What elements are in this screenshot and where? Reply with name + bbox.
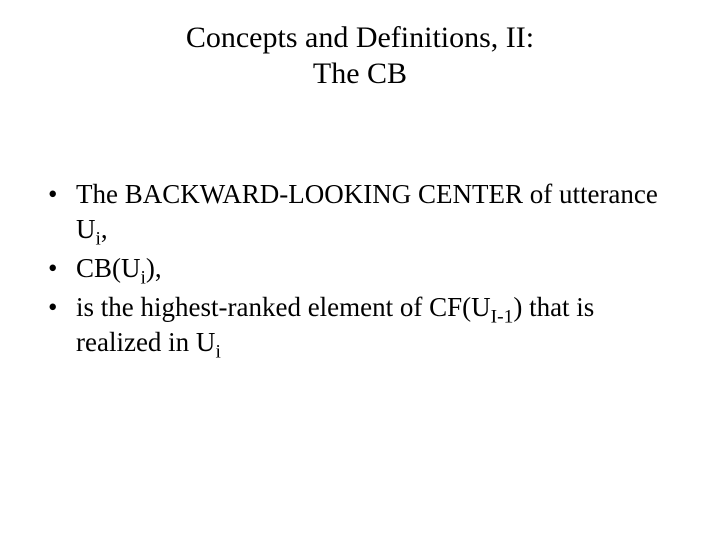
bullet-text: CB(U <box>76 253 141 283</box>
list-item: The BACKWARD-LOOKING CENTER of utterance… <box>40 177 680 247</box>
slide: Concepts and Definitions, II: The CB The… <box>0 0 720 540</box>
bullet-text: The BACKWARD-LOOKING CENTER of utterance… <box>76 179 658 244</box>
slide-body: The BACKWARD-LOOKING CENTER of utterance… <box>40 177 680 360</box>
list-item: CB(Ui), <box>40 251 680 286</box>
slide-title: Concepts and Definitions, II: The CB <box>40 20 680 92</box>
bullet-list: The BACKWARD-LOOKING CENTER of utterance… <box>40 177 680 360</box>
subscript: I-1 <box>491 307 514 328</box>
subscript: i <box>215 342 220 363</box>
bullet-text: ), <box>146 253 162 283</box>
bullet-text: is the highest-ranked element of CF(U <box>76 292 491 322</box>
title-line-1: Concepts and Definitions, II: <box>186 21 534 54</box>
bullet-text: , <box>101 214 108 244</box>
list-item: is the highest-ranked element of CF(UI-1… <box>40 290 680 360</box>
title-line-2: The CB <box>313 57 407 90</box>
